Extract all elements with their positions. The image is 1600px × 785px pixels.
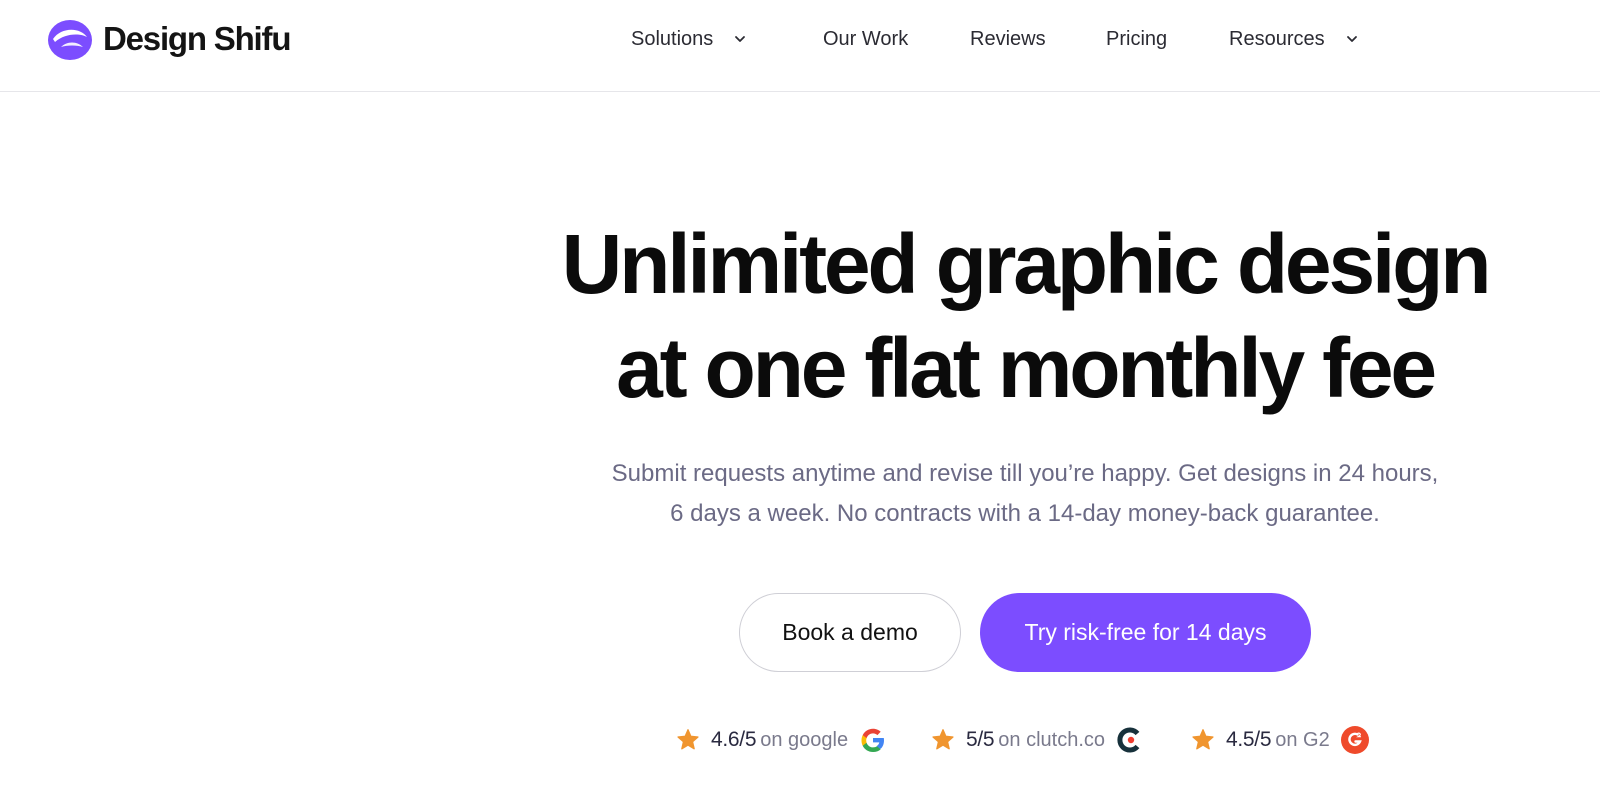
- rating-google: 4.6/5 on google: [675, 724, 888, 756]
- star-icon: [932, 729, 954, 750]
- star-icon: [1192, 729, 1214, 750]
- hero-subtitle-line-1: Submit requests anytime and revise till …: [611, 460, 1439, 487]
- rating-score: 5/5: [966, 728, 995, 751]
- google-icon: [861, 728, 885, 752]
- try-risk-free-button[interactable]: Try risk-free for 14 days: [980, 593, 1311, 672]
- clutch-icon: [1117, 727, 1140, 753]
- chevron-down-icon: [735, 36, 746, 42]
- rating-clutch: 5/5 on clutch.co: [930, 724, 1145, 756]
- nav-pricing[interactable]: Pricing: [1106, 22, 1167, 56]
- nav-our-work[interactable]: Our Work: [823, 22, 908, 56]
- hero-title-line-2: at one flat monthly fee: [616, 321, 1437, 415]
- g2-icon: [1340, 726, 1369, 754]
- site-header: Design Shifu Solutions Our Work Reviews …: [0, 0, 1600, 92]
- rating-score: 4.5/5: [1226, 728, 1272, 751]
- nav-resources[interactable]: Resources: [1229, 22, 1359, 56]
- brand-name: Design Shifu: [103, 20, 291, 57]
- hero-subtitle-line-2: 6 days a week. No contracts with a 14-da…: [670, 500, 1380, 527]
- hero-title-line-1: Unlimited graphic design: [561, 217, 1492, 311]
- design-shifu-hat-icon: [48, 20, 92, 60]
- nav-reviews[interactable]: Reviews: [970, 22, 1046, 56]
- book-demo-button[interactable]: Book a demo: [739, 593, 961, 672]
- rating-score: 4.6/5: [711, 728, 757, 751]
- nav-solutions-label: Solutions: [631, 27, 714, 50]
- chevron-down-icon: [1346, 36, 1357, 42]
- rating-source: on clutch.co: [998, 728, 1106, 751]
- brand-logo[interactable]: Design Shifu: [47, 17, 291, 61]
- hero-subtitle: Submit requests anytime and revise till …: [440, 454, 1600, 534]
- rating-g2: 4.5/5 on G2: [1190, 724, 1370, 756]
- star-icon: [677, 729, 699, 750]
- nav-resources-label: Resources: [1229, 27, 1325, 50]
- rating-source: on G2: [1275, 728, 1330, 751]
- rating-source: on google: [760, 728, 849, 751]
- hero-title: Unlimited graphic design at one flat mon…: [440, 212, 1600, 420]
- nav-solutions[interactable]: Solutions: [631, 22, 747, 56]
